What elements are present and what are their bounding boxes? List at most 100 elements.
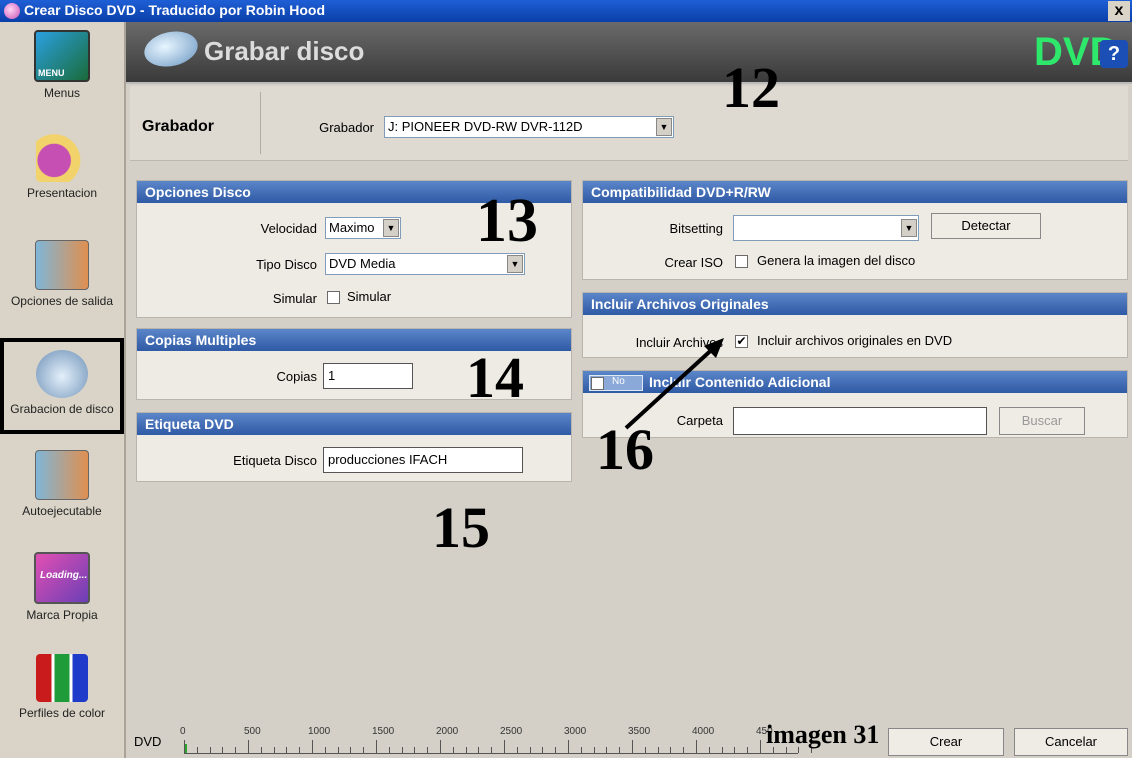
detectar-button[interactable]: Detectar [931, 213, 1041, 239]
ruler-tick [299, 747, 301, 753]
ruler-tick [529, 747, 531, 753]
ruler-tick [504, 740, 505, 753]
ruler-tick [555, 747, 557, 753]
ruler-tick [260, 747, 262, 753]
sidebar-item-perfiles-color[interactable]: Perfiles de color [0, 654, 124, 744]
annotation-14: 14 [466, 345, 524, 410]
incluir-archivos-checkbox-label: Incluir archivos originales en DVD [757, 333, 953, 348]
crear-iso-label: Crear ISO [664, 255, 723, 270]
disc-burner-icon [36, 350, 88, 398]
ruler-tick-label: 1000 [308, 726, 331, 737]
ruler-tick-label: 1500 [372, 726, 395, 737]
velocidad-value: Maximo [329, 220, 375, 235]
ruler-tick [644, 747, 646, 753]
ruler-tick [388, 747, 390, 753]
ruler-tick [747, 747, 749, 753]
ruler-tick-label: 2000 [436, 726, 459, 737]
ruler-tick-label: 4000 [692, 726, 715, 737]
image-caption: imagen 31 [766, 720, 880, 749]
chevron-down-icon[interactable]: ▼ [383, 219, 399, 237]
page-title: Grabar disco [204, 36, 365, 66]
ruler-baseline [184, 753, 798, 754]
ruler-tick [427, 747, 429, 753]
copias-label: Copias [276, 369, 317, 384]
ruler-tick [670, 747, 672, 753]
tipo-disco-label: Tipo Disco [256, 257, 317, 272]
velocidad-label: Velocidad [260, 221, 317, 236]
cancelar-button[interactable]: Cancelar [1014, 728, 1128, 756]
etiqueta-label: Etiqueta Disco [233, 453, 317, 468]
sidebar-item-grabacion[interactable]: Grabacion de disco [0, 338, 124, 434]
sidebar-item-opciones-salida[interactable]: Opciones de salida [0, 240, 124, 330]
etiqueta-input[interactable]: producciones IFACH [323, 447, 523, 473]
annotation-15: 15 [432, 495, 490, 560]
ruler-tick [606, 747, 608, 753]
ruler-tick [452, 747, 454, 753]
crear-iso-checkbox-label: Genera la imagen del disco [757, 253, 916, 268]
app-icon [4, 3, 20, 19]
sidebar-item-autoejecutable[interactable]: Autoejecutable [0, 450, 124, 540]
sidebar-item-label: Menus [43, 86, 81, 100]
bitsetting-label: Bitsetting [669, 221, 723, 236]
chevron-down-icon[interactable]: ▼ [901, 219, 917, 237]
ruler-tick [235, 747, 237, 753]
ruler-tick-label: 3000 [564, 726, 587, 737]
ruler-tick [542, 747, 544, 753]
velocidad-select[interactable]: Maximo ▼ [325, 217, 401, 239]
sidebar-item-presentacion[interactable]: Presentacion [0, 134, 124, 224]
sidebar-item-marca-propia[interactable]: Loading... Marca Propia [0, 552, 124, 642]
buscar-button[interactable]: Buscar [999, 407, 1085, 435]
sidebar-item-label: Marca Propia [26, 608, 98, 622]
panel-title: Etiqueta DVD [137, 413, 571, 435]
ruler-tick [286, 747, 288, 753]
sliders-icon [35, 240, 89, 290]
ruler-tick [478, 747, 480, 753]
ruler-tick [683, 747, 685, 753]
sidebar-item-label: Autoejecutable [22, 504, 102, 518]
window-titlebar: Crear Disco DVD - Traducido por Robin Ho… [0, 0, 1132, 22]
ruler-tick [414, 747, 416, 753]
ruler-tick [440, 740, 441, 753]
menu-icon-badge: MENU [38, 68, 65, 78]
tipo-disco-value: DVD Media [329, 256, 396, 271]
annotation-12: 12 [722, 55, 780, 120]
crear-button[interactable]: Crear [888, 728, 1004, 756]
ruler-tick [324, 747, 326, 753]
ruler-tick [696, 740, 697, 753]
simular-label: Simular [272, 291, 317, 306]
recorder-field-label: Grabador [319, 120, 374, 135]
copias-input[interactable]: 1 [323, 363, 413, 389]
ruler-tick [363, 747, 365, 753]
annotation-13: 13 [476, 187, 538, 255]
ruler-tick [657, 747, 659, 753]
capacity-bar: DVD 0 500 1000 1500 2000 2500 3000 3500 4000 450 … [126, 720, 1132, 758]
ruler-tick [721, 747, 723, 753]
adicional-toggle-checkbox[interactable] [591, 377, 604, 390]
chevron-down-icon[interactable]: ▼ [507, 255, 523, 273]
sidebar-item-label: Presentacion [26, 186, 98, 200]
window-title: Crear Disco DVD - Traducido por Robin Ho… [24, 2, 326, 18]
ruler-tick-label: 0 [180, 726, 186, 737]
close-button[interactable]: x [1108, 1, 1130, 21]
page-header: Grabar disco DVD ? [126, 22, 1132, 84]
crear-iso-checkbox[interactable] [735, 255, 748, 268]
ruler-tick [312, 740, 313, 753]
chevron-down-icon[interactable]: ▼ [656, 118, 672, 136]
sidebar-item-menus[interactable]: MENU Menus [0, 30, 124, 120]
simular-checkbox[interactable] [327, 291, 340, 304]
bitsetting-select[interactable]: ▼ [733, 215, 919, 241]
help-button[interactable]: ? [1100, 40, 1128, 68]
capacity-ruler: 0 500 1000 1500 2000 2500 3000 3500 4000 450 [180, 726, 813, 754]
sidebar-item-label: Grabacion de disco [10, 402, 114, 416]
sidebar-item-label: Perfiles de color [18, 706, 106, 720]
carpeta-input[interactable] [733, 407, 987, 435]
divider [260, 92, 261, 154]
ruler-tick [337, 747, 339, 753]
recorder-select[interactable]: J: PIONEER DVD-RW DVR-112D ▼ [384, 116, 674, 138]
sidebar-item-label: Opciones de salida [10, 294, 114, 308]
recorder-section-label: Grabador [142, 118, 215, 135]
annotation-arrow [624, 338, 724, 430]
simular-checkbox-label: Simular [347, 289, 392, 304]
ruler-tick [580, 747, 582, 753]
incluir-archivos-checkbox[interactable]: ✔ [735, 335, 748, 348]
